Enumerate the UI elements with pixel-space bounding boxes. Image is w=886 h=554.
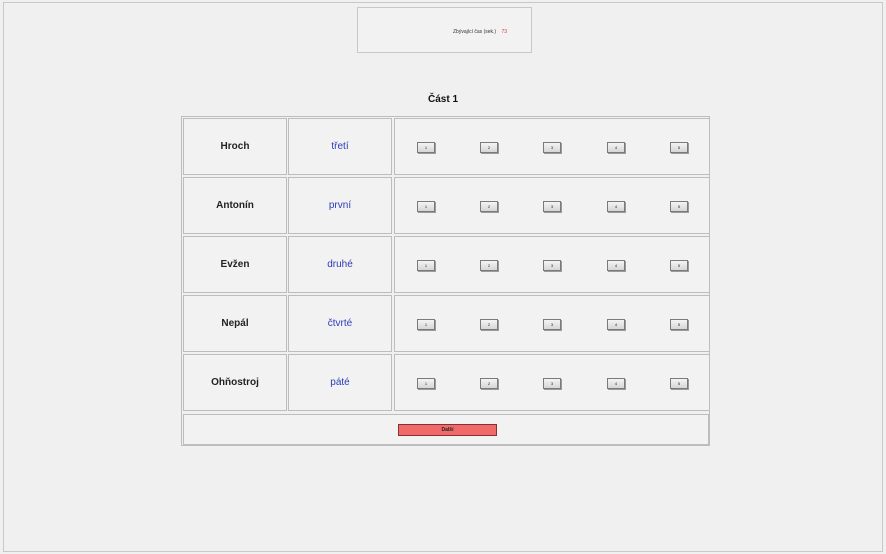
timer-readout: Zbývající čas (sek.) 73 — [453, 29, 507, 35]
rating-button-5[interactable]: 5 — [670, 319, 688, 330]
timer-label: Zbývající čas (sek.) — [453, 29, 497, 35]
row-word: Evžen — [183, 236, 287, 293]
rating-button-group: 1 2 3 4 5 — [394, 236, 710, 293]
rating-button-group: 1 2 3 4 5 — [394, 118, 710, 175]
rating-button-3[interactable]: 3 — [543, 260, 561, 271]
rating-button-group: 1 2 3 4 5 — [394, 295, 710, 352]
rating-button-2[interactable]: 2 — [480, 142, 498, 153]
row-ordinal: druhé — [288, 236, 392, 293]
rating-button-2[interactable]: 2 — [480, 201, 498, 212]
row-word: Ohňostroj — [183, 354, 287, 411]
rating-button-3[interactable]: 3 — [543, 201, 561, 212]
row-ordinal: první — [288, 177, 392, 234]
rating-button-group: 1 2 3 4 5 — [394, 354, 710, 411]
timer-panel: Zbývající čas (sek.) 73 — [357, 7, 532, 53]
rating-button-4[interactable]: 4 — [607, 260, 625, 271]
rating-button-1[interactable]: 1 — [417, 378, 435, 389]
row-ordinal: čtvrté — [288, 295, 392, 352]
rating-button-5[interactable]: 5 — [670, 260, 688, 271]
rating-button-4[interactable]: 4 — [607, 378, 625, 389]
rating-button-3[interactable]: 3 — [543, 319, 561, 330]
section-title: Část 1 — [427, 94, 458, 105]
rating-button-1[interactable]: 1 — [417, 319, 435, 330]
rating-button-3[interactable]: 3 — [543, 378, 561, 389]
row-word: Nepál — [183, 295, 287, 352]
rating-button-2[interactable]: 2 — [480, 378, 498, 389]
rating-button-1[interactable]: 1 — [417, 260, 435, 271]
rating-button-5[interactable]: 5 — [670, 142, 688, 153]
next-button[interactable]: Další — [398, 424, 497, 436]
rating-button-5[interactable]: 5 — [670, 378, 688, 389]
rating-button-4[interactable]: 4 — [607, 142, 625, 153]
rating-button-4[interactable]: 4 — [607, 201, 625, 212]
rating-button-1[interactable]: 1 — [417, 201, 435, 212]
row-word: Antonín — [183, 177, 287, 234]
rating-button-group: 1 2 3 4 5 — [394, 177, 710, 234]
row-ordinal: páté — [288, 354, 392, 411]
rating-button-2[interactable]: 2 — [480, 319, 498, 330]
rating-button-3[interactable]: 3 — [543, 142, 561, 153]
row-word: Hroch — [183, 118, 287, 175]
rating-button-1[interactable]: 1 — [417, 142, 435, 153]
timer-value: 73 — [501, 29, 508, 35]
rating-grid: Další Hroch třetí 1 2 3 4 5 Antonín první 1 2 3 4 5 Ev… — [181, 116, 710, 446]
rating-button-2[interactable]: 2 — [480, 260, 498, 271]
footer-cell: Další — [183, 414, 709, 445]
row-ordinal: třetí — [288, 118, 392, 175]
rating-button-4[interactable]: 4 — [607, 319, 625, 330]
rating-button-5[interactable]: 5 — [670, 201, 688, 212]
